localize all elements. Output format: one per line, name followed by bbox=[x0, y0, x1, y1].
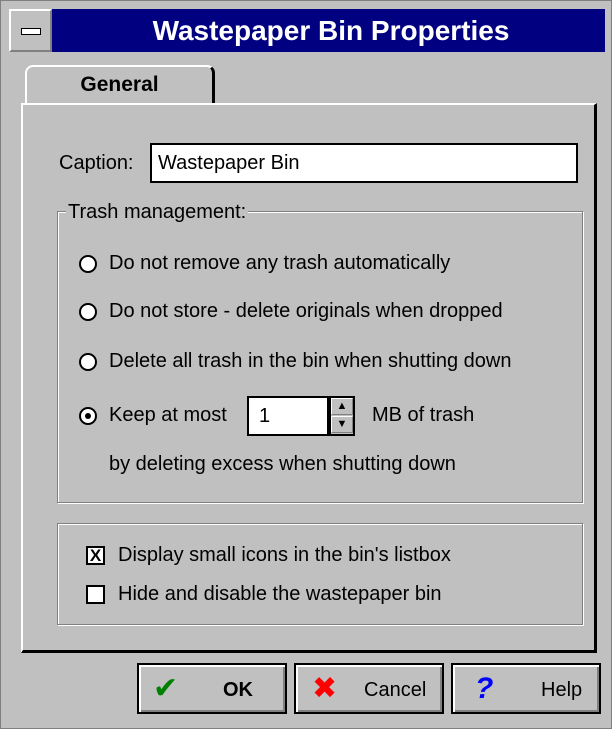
keep-mb-spinner: ▲ ▼ bbox=[329, 396, 355, 436]
dialog-window: Wastepaper Bin Properties General Captio… bbox=[0, 0, 612, 729]
radio-delete-on-shutdown-label[interactable]: Delete all trash in the bin when shuttin… bbox=[109, 350, 511, 373]
help-button-label: Help bbox=[541, 679, 583, 701]
spin-down-button[interactable]: ▼ bbox=[331, 416, 353, 433]
ok-button-label: OK bbox=[223, 679, 253, 701]
keep-unit-label: MB of trash bbox=[372, 404, 475, 426]
tab-strip: General bbox=[25, 65, 221, 105]
system-menu-icon bbox=[21, 28, 41, 35]
display-options-group bbox=[57, 523, 583, 625]
cross-icon: ✖ bbox=[312, 672, 338, 705]
spin-up-button[interactable]: ▲ bbox=[331, 398, 353, 415]
caption-input[interactable]: Wastepaper Bin bbox=[150, 143, 578, 183]
trash-management-title: Trash management: bbox=[66, 201, 249, 224]
radio-no-remove-label[interactable]: Do not remove any trash automatically bbox=[109, 252, 450, 275]
radio-keep-at-most-label[interactable]: Keep at most bbox=[109, 404, 227, 427]
window-title: Wastepaper Bin Properties bbox=[152, 15, 510, 46]
question-icon: ? bbox=[475, 672, 494, 705]
small-icons-label[interactable]: Display small icons in the bin's listbox bbox=[118, 544, 451, 567]
keep-note-label: by deleting excess when shutting down bbox=[109, 453, 456, 475]
radio-no-store[interactable] bbox=[79, 303, 97, 321]
help-button[interactable]: ? Help bbox=[451, 663, 601, 714]
keep-mb-input[interactable]: 1 bbox=[247, 396, 329, 436]
radio-no-store-label[interactable]: Do not store - delete originals when dro… bbox=[109, 300, 503, 323]
radio-selected-dot bbox=[85, 413, 91, 419]
check-icon: ✔ bbox=[153, 672, 179, 705]
radio-no-remove[interactable] bbox=[79, 255, 97, 273]
title-bar[interactable]: Wastepaper Bin Properties bbox=[9, 9, 605, 52]
radio-keep-at-most[interactable] bbox=[79, 407, 97, 425]
cancel-button[interactable]: ✖ Cancel bbox=[294, 663, 444, 714]
checkbox-check-mark: X bbox=[89, 546, 102, 565]
radio-delete-on-shutdown[interactable] bbox=[79, 353, 97, 371]
tab-general[interactable]: General bbox=[25, 65, 215, 105]
caption-label: Caption: bbox=[59, 152, 134, 174]
ok-button[interactable]: ✔ OK bbox=[137, 663, 287, 714]
hide-bin-checkbox[interactable] bbox=[86, 585, 105, 604]
small-icons-checkbox[interactable]: X bbox=[86, 546, 105, 565]
system-menu-button[interactable] bbox=[9, 9, 52, 52]
cancel-button-label: Cancel bbox=[364, 679, 427, 701]
hide-bin-label[interactable]: Hide and disable the wastepaper bin bbox=[118, 583, 442, 606]
